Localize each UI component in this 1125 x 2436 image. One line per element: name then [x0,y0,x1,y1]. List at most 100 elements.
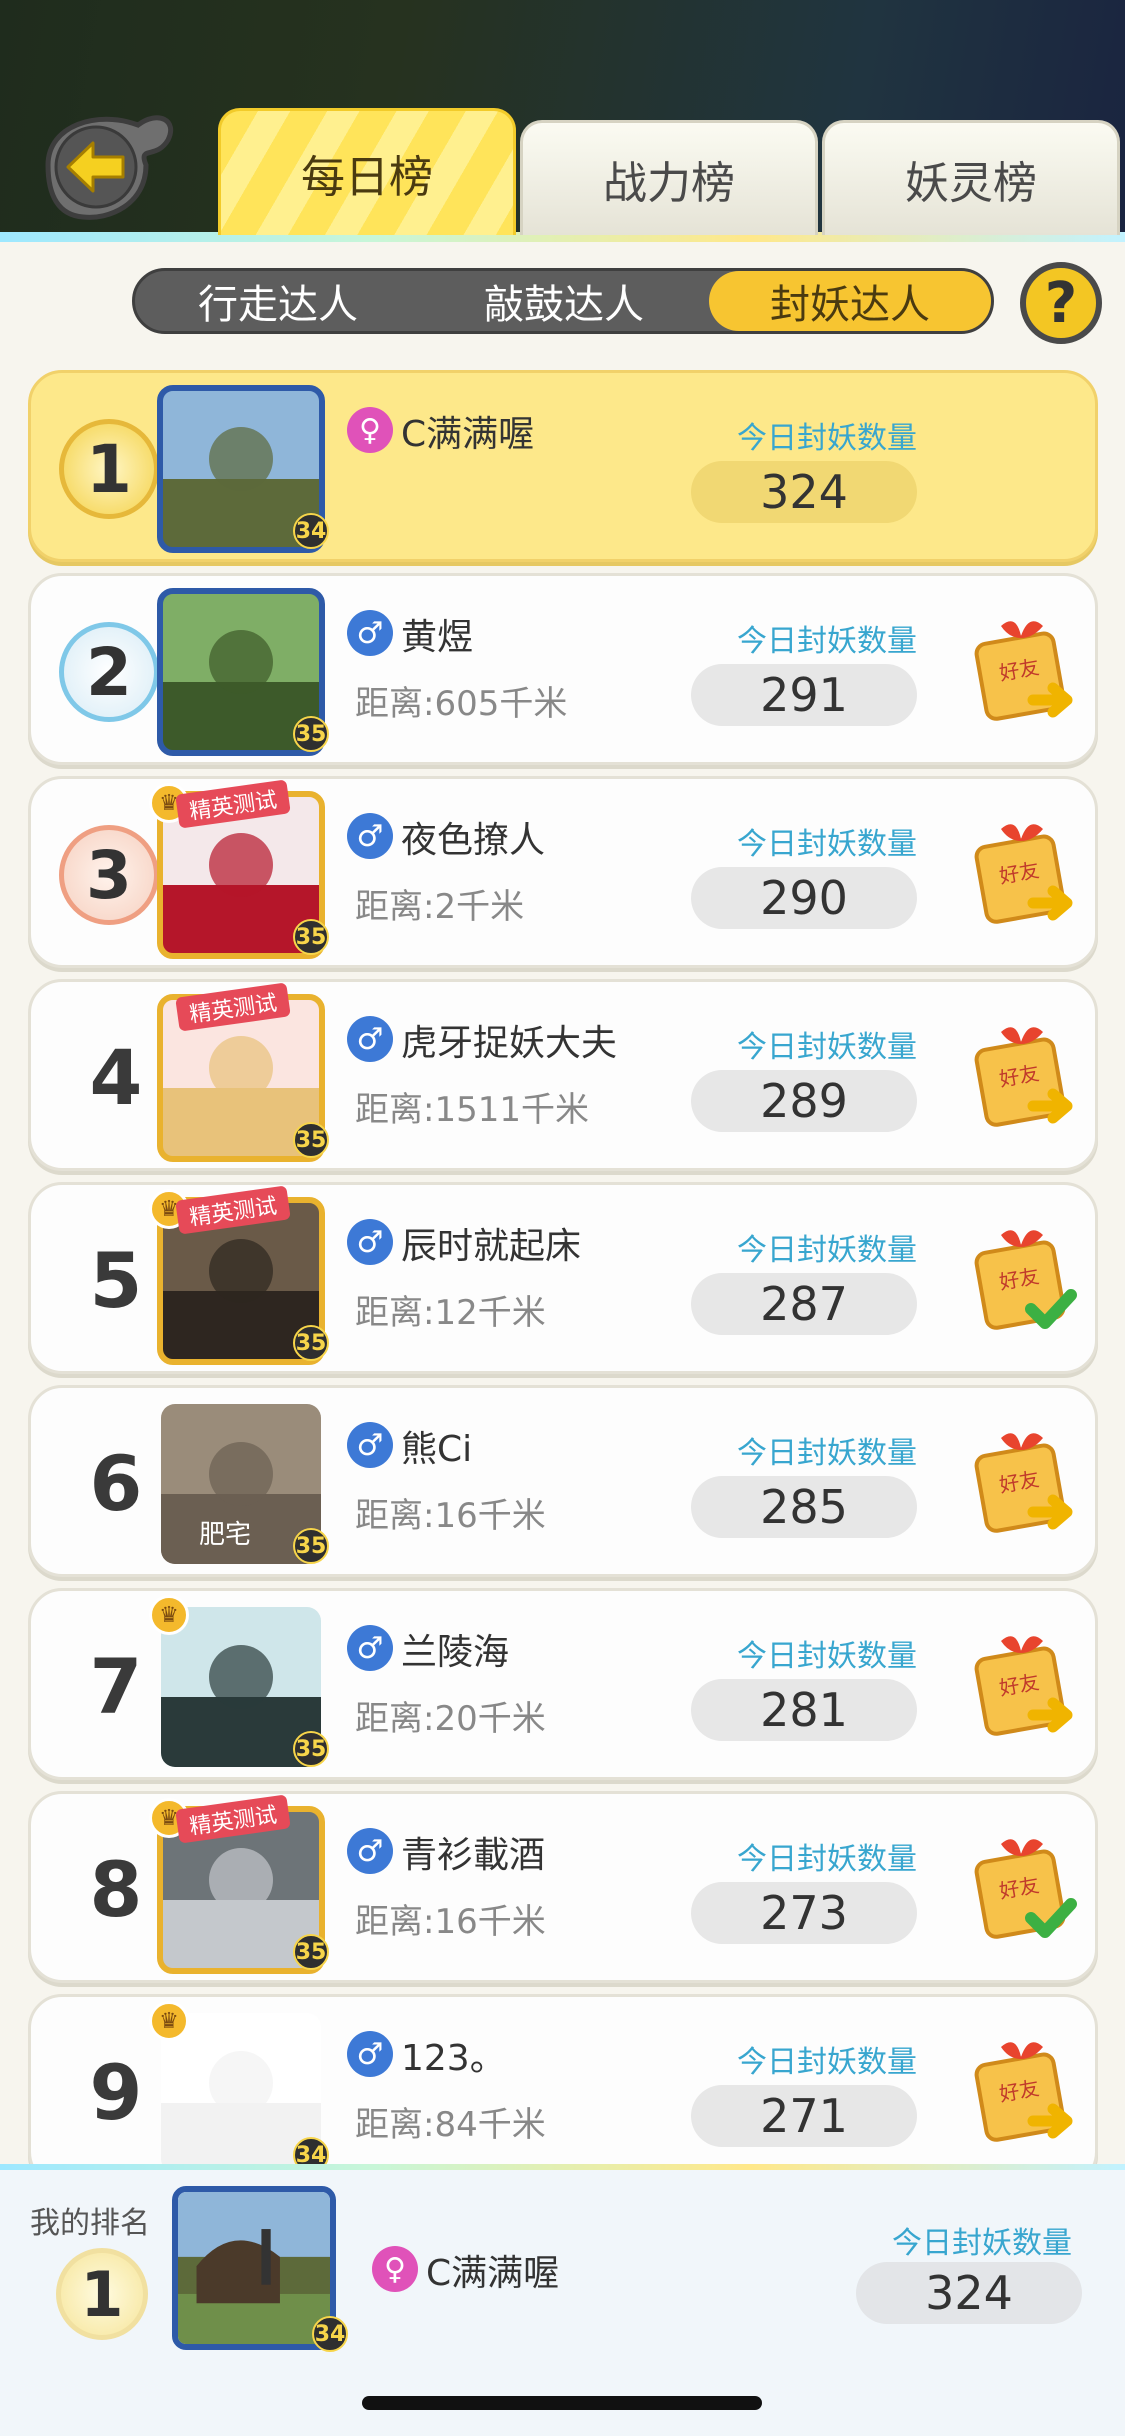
tab-spirit[interactable]: 妖灵榜 [822,120,1120,235]
male-icon: ♂ [347,2031,393,2077]
rank-number: 9 [89,2047,143,2137]
rank-number: 6 [89,1438,143,1528]
male-icon: ♂ [347,1828,393,1874]
back-arrow-icon [45,115,174,220]
rank-number: 4 [89,1032,143,1122]
rank-number: 5 [89,1235,143,1325]
distance-text: 距离:84千米 [355,2105,546,2145]
username: 123。 [401,2038,506,2079]
count-label: 今日封妖数量 [737,1436,917,1471]
my-rank-medal: 1 [56,2248,148,2340]
count-value: 271 [691,2085,917,2147]
sub-tab-walking[interactable]: 行走达人 [135,271,421,331]
username: 熊Ci [401,1429,473,1470]
male-icon: ♂ [347,1219,393,1265]
distance-text: 距离:12千米 [355,1293,546,1333]
sub-tab-sealing[interactable]: 封妖达人 [709,271,991,331]
male-icon: ♂ [347,1422,393,1468]
level-badge: 35 [293,1731,329,1767]
crown-icon: ♛ [149,2001,189,2041]
username: 辰时就起床 [401,1226,582,1267]
count-value: 281 [691,1679,917,1741]
crown-icon: ♛ [149,1595,189,1635]
male-icon: ♂ [347,1016,393,1062]
back-button[interactable] [28,105,178,225]
sub-tab-drumming[interactable]: 敲鼓达人 [421,271,707,331]
rank-medal: 3 [59,825,159,925]
level-badge: 35 [293,1122,329,1158]
username: 黄煜 [401,617,474,658]
count-value: 290 [691,867,917,929]
female-icon: ♀ [347,407,393,453]
leaderboard-row[interactable]: 5 ♛ 精英测试 35 ♂ 辰时就起床 距离:12千米 今日封妖数量 287 好友 [28,1182,1098,1374]
username: 兰陵海 [401,1632,510,1673]
add-friend-button[interactable]: 好友 [971,1623,1081,1743]
avatar-caption: 肥宅 [199,1520,252,1550]
add-friend-button[interactable]: 好友 [971,1014,1081,1134]
home-indicator [362,2396,762,2410]
my-count-label: 今日封妖数量 [892,2226,1072,2261]
username: 夜色撩人 [401,820,546,861]
male-icon: ♂ [347,610,393,656]
count-label: 今日封妖数量 [737,1842,917,1877]
count-label: 今日封妖数量 [737,421,917,456]
my-level-badge: 34 [312,2316,348,2352]
add-friend-button[interactable]: 好友 [971,1420,1081,1540]
female-icon: ♀ [372,2246,418,2292]
count-label: 今日封妖数量 [737,2045,917,2080]
leaderboard-row[interactable]: 4 精英测试 35 ♂ 虎牙捉妖大夫 距离:1511千米 今日封妖数量 289 好友 [28,979,1098,1171]
count-label: 今日封妖数量 [737,624,917,659]
sub-tab-bar: 行走达人 敲鼓达人 封妖达人 [132,268,994,334]
distance-text: 距离:605千米 [355,684,568,724]
friend-added-button[interactable]: 好友 [971,1217,1081,1337]
count-label: 今日封妖数量 [737,1639,917,1674]
count-value: 289 [691,1070,917,1132]
distance-text: 距离:2千米 [355,887,525,927]
level-badge: 35 [293,1528,329,1564]
tab-power[interactable]: 战力榜 [520,120,818,235]
distance-text: 距离:16千米 [355,1496,546,1536]
count-value: 285 [691,1476,917,1538]
level-badge: 34 [293,513,329,549]
friend-added-button[interactable]: 好友 [971,1826,1081,1946]
leaderboard-row[interactable]: 1 34 ♀ C满满喔 今日封妖数量 324 [28,370,1098,562]
username: C满满喔 [401,414,535,455]
username: 虎牙捉妖大夫 [401,1023,618,1064]
level-badge: 35 [293,919,329,955]
count-label: 今日封妖数量 [737,827,917,862]
distance-text: 距离:20千米 [355,1699,546,1739]
rank-medal: 1 [59,419,159,519]
count-label: 今日封妖数量 [737,1030,917,1065]
rank-number: 8 [89,1844,143,1934]
count-value: 287 [691,1273,917,1335]
male-icon: ♂ [347,813,393,859]
level-badge: 35 [293,1325,329,1361]
count-value: 324 [691,461,917,523]
male-icon: ♂ [347,1625,393,1671]
count-value: 273 [691,1882,917,1944]
my-avatar[interactable] [172,2186,336,2350]
rank-medal: 2 [59,622,159,722]
count-label: 今日封妖数量 [737,1233,917,1268]
leaderboard-row[interactable]: 8 ♛ 精英测试 35 ♂ 青衫載酒 距离:16千米 今日封妖数量 273 好友 [28,1791,1098,1983]
level-badge: 35 [293,716,329,752]
leaderboard-row[interactable]: 6 肥宅 35 ♂ 熊Ci 距离:16千米 今日封妖数量 285 好友 [28,1385,1098,1577]
leaderboard-row[interactable]: 7 ♛ 35 ♂ 兰陵海距离:20千米 今日封妖数量 281 好友 [28,1588,1098,1780]
landscape-avatar-image [178,2192,330,2344]
level-badge: 35 [293,1934,329,1970]
tab-daily[interactable]: 每日榜 [218,108,516,235]
count-value: 291 [691,664,917,726]
username: 青衫載酒 [401,1835,546,1876]
leaderboard-row[interactable]: 3 ♛ 精英测试 35 ♂ 夜色撩人 距离:2千米 今日封妖数量 290 好友 [28,776,1098,968]
add-friend-button[interactable]: 好友 [971,811,1081,931]
add-friend-button[interactable]: 好友 [971,608,1081,728]
distance-text: 距离:1511千米 [355,1090,589,1130]
help-button[interactable]: ? [1020,262,1102,344]
leaderboard-row[interactable]: 2 35 ♂ 黄煜距离:605千米 今日封妖数量 291 好友 [28,573,1098,765]
my-username: C满满喔 [426,2253,560,2294]
rank-number: 7 [89,1641,143,1731]
add-friend-button[interactable]: 好友 [971,2029,1081,2149]
distance-text: 距离:16千米 [355,1902,546,1942]
leaderboard-row[interactable]: 9 ♛ 34 ♂ 123。 距离:84千米 今日封妖数量 271 好友 [28,1994,1098,2186]
my-count-value: 324 [856,2262,1082,2324]
